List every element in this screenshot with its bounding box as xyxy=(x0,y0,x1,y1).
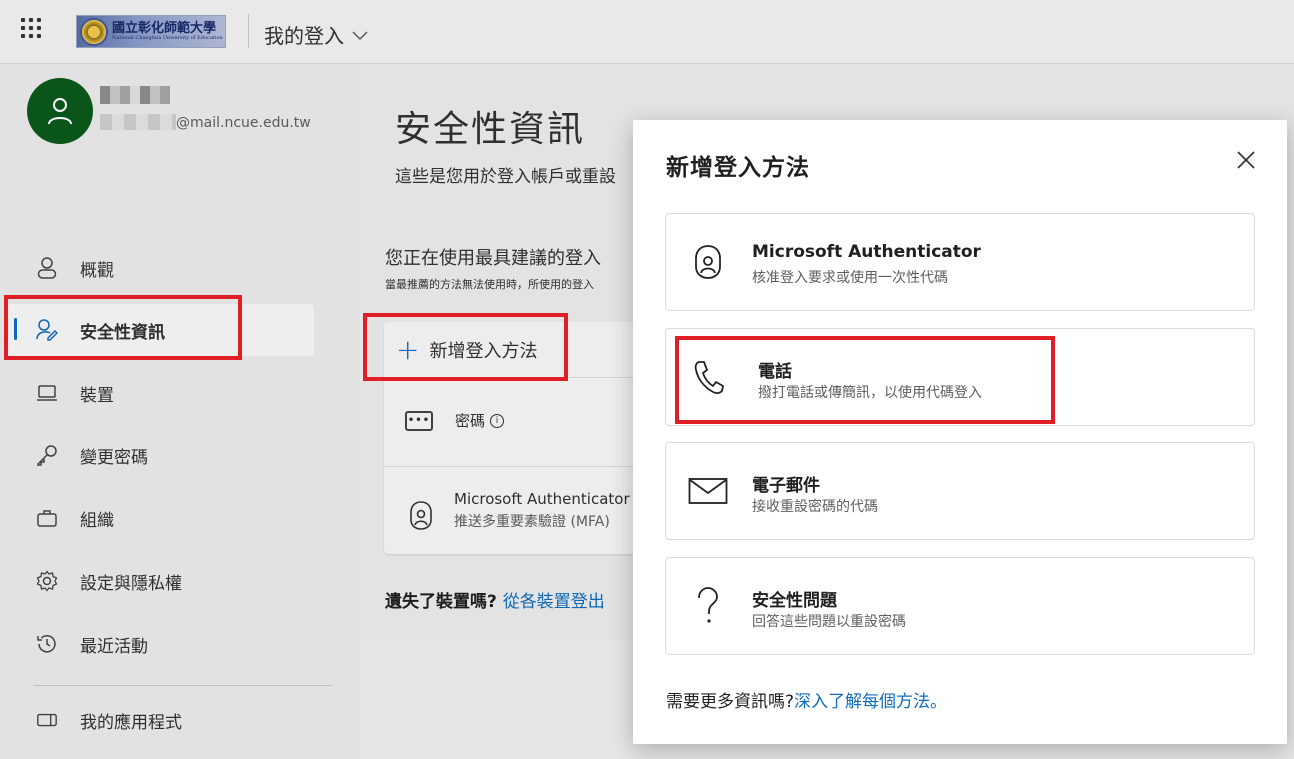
learn-more-link[interactable]: 深入了解每個方法。 xyxy=(794,692,947,712)
method-name: 密碼 xyxy=(455,412,486,430)
user-name-redacted xyxy=(100,86,170,104)
card-divider xyxy=(384,466,644,467)
sidebar-item-devices[interactable]: 裝置 xyxy=(0,367,330,419)
option-security-questions[interactable]: 安全性問題 回答這些問題以重設密碼 xyxy=(665,557,1255,655)
option-authenticator[interactable]: Microsoft Authenticator 核准登入要求或使用一次性代碼 xyxy=(665,213,1255,311)
sidebar-item-security-info[interactable]: 安全性資訊 xyxy=(6,304,314,356)
authenticator-icon xyxy=(686,238,730,286)
option-subtitle: 接收重設密碼的代碼 xyxy=(752,499,878,515)
add-method-dialog: 新增登入方法 Microsoft Authenticator 核准登入要求或使用… xyxy=(633,120,1287,744)
card-divider xyxy=(384,377,644,378)
history-icon xyxy=(36,633,58,655)
plus-icon: + xyxy=(396,333,420,366)
sidebar-item-label: 設定與隱私權 xyxy=(80,573,182,594)
phone-icon xyxy=(686,353,730,401)
sidebar-divider xyxy=(34,685,332,686)
lost-device-question: 遺失了裝置嗎? xyxy=(385,592,497,612)
add-method-button[interactable]: + 新增登入方法 xyxy=(396,336,537,364)
sidebar-item-change-password[interactable]: 變更密碼 xyxy=(0,429,330,481)
lost-device-line: 遺失了裝置嗎? 從各裝置登出 xyxy=(385,587,605,612)
option-title: 安全性問題 xyxy=(752,591,837,611)
sidebar-item-recent-activity[interactable]: 最近活動 xyxy=(0,618,330,670)
option-title: 電話 xyxy=(758,362,792,382)
user-email: @mail.ncue.edu.tw xyxy=(176,115,311,131)
gear-icon xyxy=(36,570,58,592)
sidebar-item-label: 安全性資訊 xyxy=(80,322,165,343)
dialog-title: 新增登入方法 xyxy=(666,155,810,181)
sidebar-item-my-apps[interactable]: 我的應用程式 xyxy=(0,694,330,746)
option-subtitle: 回答這些問題以重設密碼 xyxy=(752,614,906,630)
sidebar-item-label: 變更密碼 xyxy=(80,447,148,468)
laptop-icon xyxy=(36,382,58,404)
sidebar-item-settings-privacy[interactable]: 設定與隱私權 xyxy=(0,555,330,607)
mail-icon xyxy=(686,467,730,515)
method-row-authenticator: Microsoft Authenticator 推送多重要素驗證 (MFA) xyxy=(408,490,630,532)
user-email-redacted xyxy=(100,114,176,130)
option-email[interactable]: 電子郵件 接收重設密碼的代碼 xyxy=(665,442,1255,540)
chevron-down-icon xyxy=(352,30,368,40)
app-launcher-icon[interactable] xyxy=(21,18,43,40)
info-icon[interactable]: i xyxy=(490,413,505,428)
close-icon[interactable] xyxy=(1234,148,1258,172)
active-indicator xyxy=(14,318,17,340)
option-title: 電子郵件 xyxy=(752,476,820,496)
sidebar-item-label: 組織 xyxy=(80,510,114,531)
option-subtitle: 撥打電話或傳簡訊，以使用代碼登入 xyxy=(758,385,982,401)
dialog-footer: 需要更多資訊嗎?深入了解每個方法。 xyxy=(666,687,947,712)
avatar[interactable] xyxy=(27,78,93,144)
briefcase-icon xyxy=(36,507,58,529)
sidebar-item-label: 我的應用程式 xyxy=(80,712,182,733)
top-header: 國立彰化師範大學 National Changhua University of… xyxy=(0,0,1294,64)
page-description: 這些是您用於登入帳戶或重設 xyxy=(395,167,616,187)
university-logo[interactable]: 國立彰化師範大學 National Changhua University of… xyxy=(76,15,226,48)
default-method-line: 您正在使用最具建議的登入 xyxy=(385,248,601,269)
method-detail: 推送多重要素驗證 (MFA) xyxy=(454,514,610,530)
person-icon xyxy=(36,257,58,279)
header-divider xyxy=(248,14,249,48)
sidebar-item-organizations[interactable]: 組織 xyxy=(0,492,330,544)
security-info-icon xyxy=(36,319,58,341)
authenticator-icon xyxy=(410,501,432,530)
key-icon xyxy=(36,444,58,466)
app-title: 我的登入 xyxy=(264,24,344,48)
sign-out-everywhere-link[interactable]: 從各裝置登出 xyxy=(503,592,605,612)
question-icon xyxy=(686,582,730,630)
app-title-dropdown[interactable]: 我的登入 xyxy=(264,20,368,49)
logo-text: 國立彰化師範大學 xyxy=(112,20,217,36)
sidebar-item-overview[interactable]: 概觀 xyxy=(0,242,330,294)
sidebar-item-label: 最近活動 xyxy=(80,636,148,657)
add-method-label: 新增登入方法 xyxy=(429,341,538,362)
option-subtitle: 核准登入要求或使用一次性代碼 xyxy=(752,270,948,286)
sidebar-item-label: 概觀 xyxy=(80,260,114,281)
page-title: 安全性資訊 xyxy=(395,109,586,150)
option-title: Microsoft Authenticator xyxy=(752,242,981,262)
option-phone[interactable]: 電話 撥打電話或傳簡訊，以使用代碼登入 xyxy=(665,328,1255,426)
apps-icon xyxy=(36,709,58,731)
password-icon: ••• xyxy=(405,410,433,431)
person-icon xyxy=(48,98,72,125)
sidebar-item-label: 裝置 xyxy=(80,385,114,406)
footer-text: 需要更多資訊嗎? xyxy=(666,692,795,712)
seal-icon xyxy=(80,17,108,46)
logo-subtext: National Changhua University of Educatio… xyxy=(112,34,223,41)
method-row-password: ••• 密碼 i xyxy=(405,410,505,431)
default-method-sub: 當最推薦的方法無法使用時，所使用的登入 xyxy=(385,278,594,291)
method-name: Microsoft Authenticator xyxy=(454,490,630,508)
